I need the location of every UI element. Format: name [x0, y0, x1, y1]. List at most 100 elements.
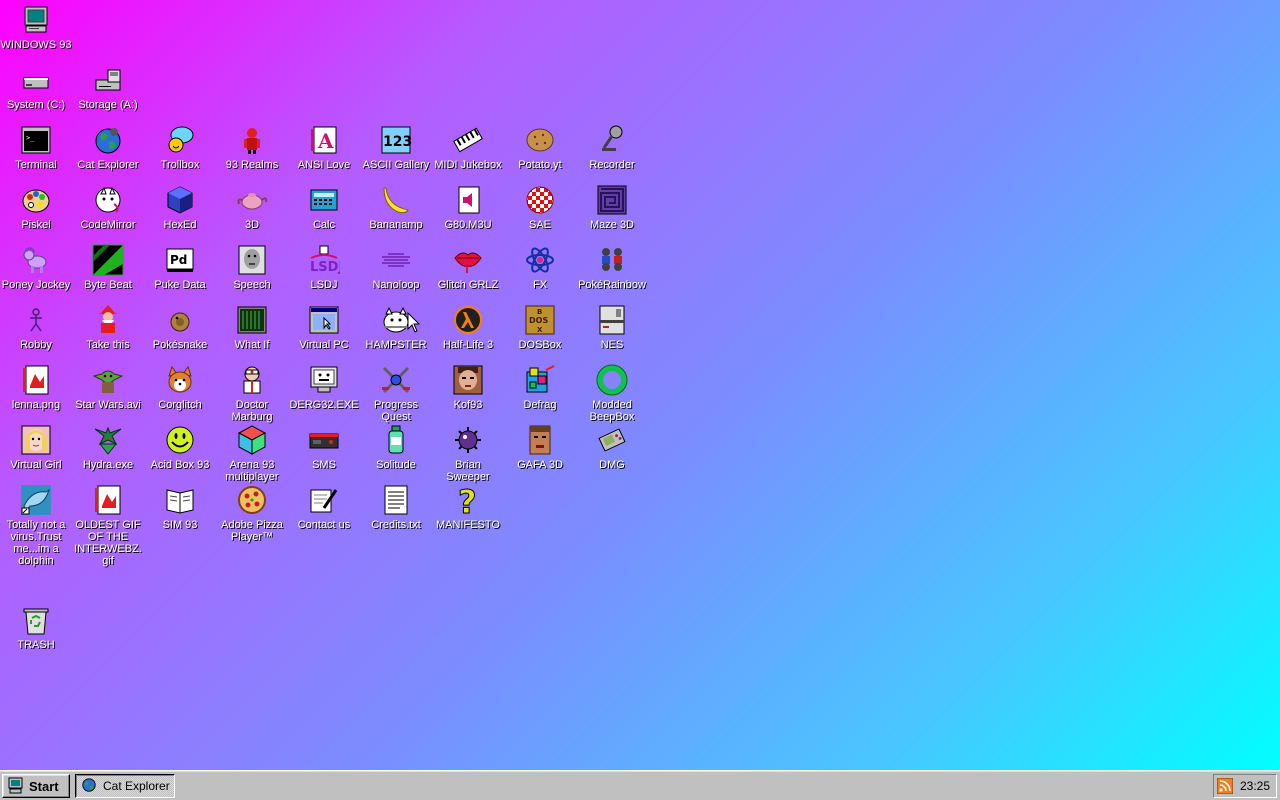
desktop-icon-arena93[interactable]: Arena 93 multiplayer	[216, 424, 288, 483]
desktop-icon-codemirror[interactable]: CodeMirror	[72, 184, 144, 231]
desktop-icon-label: PokéRainbow	[578, 279, 646, 291]
desktop-icon-credits[interactable]: Credits.txt	[360, 484, 432, 531]
desktop-icon-what-if[interactable]: What If	[216, 304, 288, 351]
desktop-icon-poney-jockey[interactable]: Poney Jockey	[0, 244, 72, 291]
desktop-icon-solitude[interactable]: Solitude	[360, 424, 432, 471]
desktop-icon-derg32[interactable]: DERG32.EXE	[288, 364, 360, 411]
desktop-icon-label: Corglitch	[158, 399, 202, 411]
desktop-icon-label: Brian Sweeper	[446, 459, 490, 483]
desktop-icon-star-wars[interactable]: Star Wars.avi	[72, 364, 144, 411]
desktop-icon-pokesnake[interactable]: Pokésnake	[144, 304, 216, 351]
doom-face-icon	[524, 424, 556, 456]
desktop-icon-brian-sweeper[interactable]: Brian Sweeper	[432, 424, 504, 483]
desktop-icon-calc[interactable]: Calc	[288, 184, 360, 231]
yoda-icon	[92, 364, 124, 396]
desktop-icon-label: Hydra.exe	[82, 459, 134, 471]
desktop-icon-lsdj[interactable]: LSDJ LSDJ	[288, 244, 360, 291]
desktop-icon-modded-beepbox[interactable]: Modded BeepBox	[576, 364, 648, 423]
desktop-icon-label: HAMPSTER	[365, 339, 427, 351]
desktop-icon-label: Pokésnake	[152, 339, 208, 351]
knight-icon	[236, 124, 268, 156]
desktop-icon-system-c[interactable]: System (C:)	[0, 64, 72, 111]
desktop-icon-recorder[interactable]: Recorder	[576, 124, 648, 171]
svg-text:?: ?	[458, 484, 477, 516]
desktop-icon-ansi-love[interactable]: A ANSI Love	[288, 124, 360, 171]
desktop-icon-corglitch[interactable]: Corglitch	[144, 364, 216, 411]
desktop-icon-sae[interactable]: SAE	[504, 184, 576, 231]
desktop-icon-piskel[interactable]: Piskel	[0, 184, 72, 231]
rss-icon[interactable]	[1217, 778, 1233, 794]
desktop-icon-hexed[interactable]: HexEd	[144, 184, 216, 231]
desktop-icon-virtual-pc[interactable]: Virtual PC	[288, 304, 360, 351]
desktop-icon-label: GAFA 3D	[517, 459, 563, 471]
start-button[interactable]: Start	[2, 774, 70, 798]
desktop-icon-dolphin[interactable]: Totally not a virus.Trust me...im a dolp…	[0, 484, 72, 567]
desktop-icon-label: Contact us	[297, 519, 351, 531]
taskbar: Start Cat Explorer 23:25	[0, 770, 1280, 800]
desktop-icon-speech[interactable]: Speech	[216, 244, 288, 291]
desktop-icon-fx[interactable]: FX	[504, 244, 576, 291]
desktop-icon-nanoloop[interactable]: Nanoloop	[360, 244, 432, 291]
desktop-icon-defrag[interactable]: Defrag	[504, 364, 576, 411]
taskbar-task-cat-explorer[interactable]: Cat Explorer	[75, 774, 175, 798]
desktop-icon-3d[interactable]: 3D	[216, 184, 288, 231]
desktop-icon-virtual-girl[interactable]: Virtual Girl	[0, 424, 72, 471]
question-mark-icon: ?	[452, 484, 484, 516]
desktop-icon-adobe-pizza[interactable]: Adobe Pizza Player™	[216, 484, 288, 543]
desktop-icon-nes[interactable]: NES	[576, 304, 648, 351]
desktop-icon-label: Totally not a virus.Trust me...im a dolp…	[6, 519, 66, 567]
globe-icon	[81, 777, 99, 795]
desktop-icon-label: Acid Box 93	[150, 459, 210, 471]
desktop-icon-oldest-gif[interactable]: OLDEST GIF OF THE INTERWEBZ.gif	[72, 484, 144, 567]
desktop-icon-potato[interactable]: Potato.yt	[504, 124, 576, 171]
desktop-icon-label: Potato.yt	[518, 159, 562, 171]
desktop-icon-label: Piskel	[21, 219, 51, 231]
calculator-icon	[308, 184, 340, 216]
desktop-icon-g80m3u[interactable]: G80.M3U	[432, 184, 504, 231]
desktop-icon-byte-beat[interactable]: Byte Beat	[72, 244, 144, 291]
desktop-icon-manifesto[interactable]: ? MANIFESTO	[432, 484, 504, 531]
desktop-icon-dosbox[interactable]: B DOS X DOSBox	[504, 304, 576, 351]
desktop-icon-hydra[interactable]: Hydra.exe	[72, 424, 144, 471]
desktop-icon-midi-jukebox[interactable]: MIDI Jukebox	[432, 124, 504, 171]
desktop-icon-progress-quest[interactable]: Progress Quest	[360, 364, 432, 423]
desktop-icon-gafa3d[interactable]: GAFA 3D	[504, 424, 576, 471]
desktop-icon-hampster[interactable]: HAMPSTER	[360, 304, 432, 351]
desktop-icon-acid-box[interactable]: Acid Box 93	[144, 424, 216, 471]
desktop-icon-doctor-marburg[interactable]: Doctor Marburg	[216, 364, 288, 423]
desktop-icon-robby[interactable]: Robby	[0, 304, 72, 351]
desktop-icon-93-realms[interactable]: 93 Realms	[216, 124, 288, 171]
desktop-icon-terminal[interactable]: >_ Terminal	[0, 124, 72, 171]
desktop-icon-maze3d[interactable]: Maze 3D	[576, 184, 648, 231]
desktop-icon-bananamp[interactable]: Bananamp	[360, 184, 432, 231]
desktop-icon-glitch-grlz[interactable]: Glitch GRLZ	[432, 244, 504, 291]
desktop-icon-sms[interactable]: SMS	[288, 424, 360, 471]
desktop-icon-windows93[interactable]: WINDOWS 93	[0, 4, 72, 51]
waveform-icon	[380, 244, 412, 276]
crossed-swords-icon	[380, 364, 412, 396]
desktop-icon-half-life-3[interactable]: Half-Life 3	[432, 304, 504, 351]
desktop-icon-take-this[interactable]: Take this	[72, 304, 144, 351]
desktop-icon-dmg[interactable]: DMG	[576, 424, 648, 471]
desktop-icon-sim93[interactable]: SIM 93	[144, 484, 216, 531]
desktop-icon-cat-explorer[interactable]: Cat Explorer	[72, 124, 144, 171]
stick-figure-icon	[20, 304, 52, 336]
mine-icon	[452, 424, 484, 456]
desktop-icon-label: LSDJ	[310, 279, 338, 291]
desktop-icon-label: Take this	[86, 339, 130, 351]
desktop-icon-pokerainbow[interactable]: PokéRainbow	[576, 244, 648, 291]
gameboy-icon	[596, 424, 628, 456]
desktop-icon-label: HexEd	[163, 219, 197, 231]
desktop-icon-contact-us[interactable]: Contact us	[288, 484, 360, 531]
desktop-icon-puke-data[interactable]: Pd Puke Data	[144, 244, 216, 291]
desktop-icon-label: What If	[234, 339, 270, 351]
desktop-icon-label: Progress Quest	[373, 399, 419, 423]
desktop-icon-trollbox[interactable]: Trollbox	[144, 124, 216, 171]
desktop-icon-label: Byte Beat	[84, 279, 132, 291]
desktop-icon-storage-a[interactable]: Storage (A:)	[72, 64, 144, 111]
desktop-icon-kof93[interactable]: Kof93	[432, 364, 504, 411]
desktop-icon-label: Cat Explorer	[77, 159, 139, 171]
desktop-icon-ascii-gallery[interactable]: 123 ASCII Gallery	[360, 124, 432, 171]
desktop-icon-lenna[interactable]: lenna.png	[0, 364, 72, 411]
desktop-icon-trash[interactable]: TRASH	[0, 604, 72, 651]
